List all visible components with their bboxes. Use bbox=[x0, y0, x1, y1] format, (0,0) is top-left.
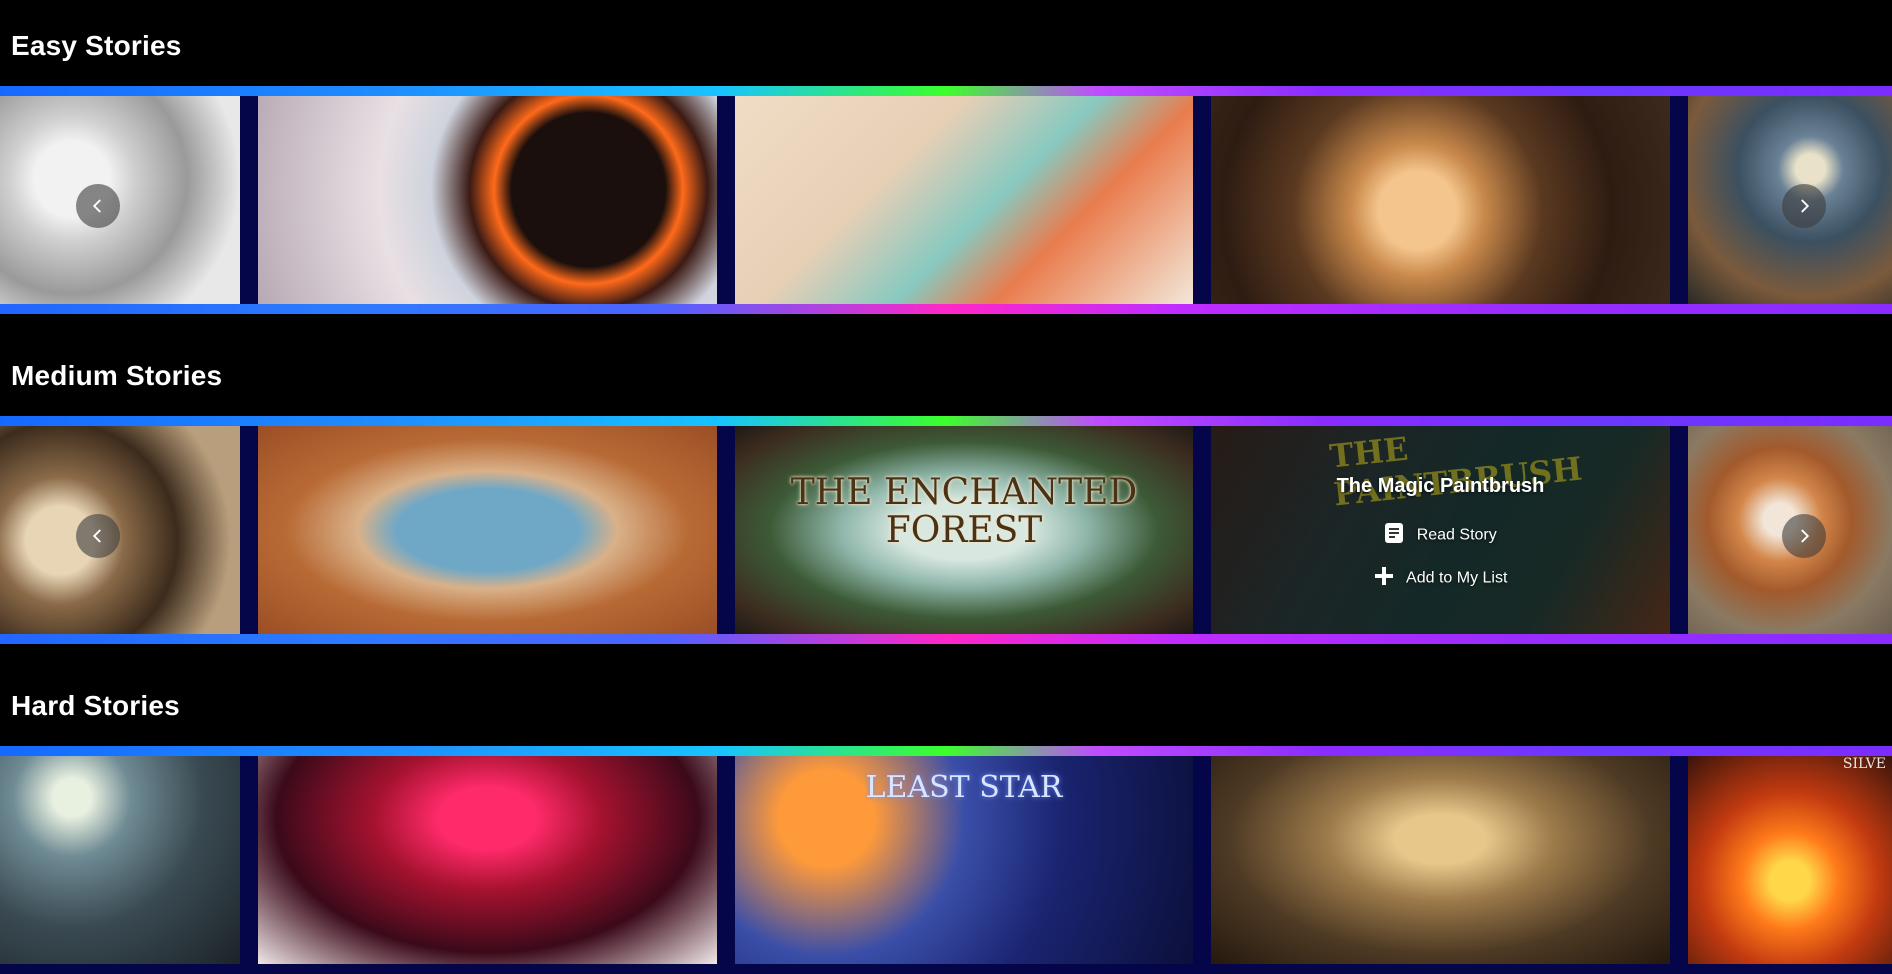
story-card[interactable] bbox=[1211, 96, 1670, 304]
carousel-track: LEAST STAR SILVE bbox=[0, 756, 1892, 964]
section-title-hard: Hard Stories bbox=[11, 690, 180, 721]
story-cover-image bbox=[1211, 96, 1670, 304]
read-story-label: Read Story bbox=[1416, 526, 1497, 544]
section-title-medium: Medium Stories bbox=[11, 360, 223, 391]
carousel-next-button[interactable] bbox=[1782, 514, 1826, 558]
add-to-list-button[interactable]: Add to My List bbox=[1211, 566, 1670, 591]
rainbow-border-top bbox=[0, 86, 1892, 96]
story-cover-image bbox=[1211, 756, 1670, 964]
story-cover-image bbox=[258, 426, 717, 634]
chevron-right-icon bbox=[1801, 199, 1810, 213]
story-cover-image bbox=[1688, 756, 1892, 964]
story-cover-image bbox=[258, 96, 717, 304]
chevron-left-icon bbox=[92, 529, 101, 543]
carousel-track bbox=[0, 96, 1892, 304]
story-card[interactable]: LEAST STAR bbox=[735, 756, 1193, 964]
rainbow-border-top bbox=[0, 416, 1892, 426]
cover-title-text: LEAST STAR bbox=[865, 770, 1063, 805]
story-cover-image bbox=[258, 756, 717, 964]
carousel-track: THE ENCHANTED FOREST THE PAINTBRUSH The … bbox=[0, 426, 1892, 634]
story-card[interactable] bbox=[0, 756, 240, 964]
story-card[interactable] bbox=[258, 96, 717, 304]
cover-title-text: THE ENCHANTED FOREST bbox=[790, 472, 1138, 551]
story-card[interactable] bbox=[258, 426, 717, 634]
story-cover-image bbox=[0, 96, 240, 304]
chevron-right-icon bbox=[1801, 529, 1810, 543]
story-title: The Magic Paintbrush bbox=[1336, 475, 1545, 497]
rainbow-border-top bbox=[0, 746, 1892, 756]
story-card[interactable] bbox=[258, 756, 717, 964]
carousel-prev-button[interactable] bbox=[76, 514, 120, 558]
story-cover-image bbox=[0, 426, 240, 634]
add-to-list-label: Add to My List bbox=[1406, 569, 1508, 587]
rainbow-border-bottom bbox=[0, 304, 1892, 314]
story-card-hovered[interactable]: THE PAINTBRUSH The Magic Paintbrush Read… bbox=[1211, 426, 1670, 634]
story-card[interactable]: THE ENCHANTED FOREST bbox=[735, 426, 1193, 634]
carousel-prev-button[interactable] bbox=[76, 184, 120, 228]
medium-stories-carousel: THE ENCHANTED FOREST THE PAINTBRUSH The … bbox=[0, 416, 1892, 644]
story-card[interactable] bbox=[735, 96, 1193, 304]
story-card[interactable] bbox=[0, 96, 240, 304]
plus-icon bbox=[1374, 566, 1394, 591]
easy-stories-carousel bbox=[0, 86, 1892, 314]
chevron-left-icon bbox=[92, 199, 101, 213]
read-story-button[interactable]: Read Story bbox=[1211, 522, 1670, 549]
cover-title-text: SILVE bbox=[1842, 756, 1886, 772]
story-card[interactable]: SILVE bbox=[1688, 756, 1892, 964]
book-icon bbox=[1384, 522, 1404, 549]
story-card[interactable] bbox=[1211, 756, 1670, 964]
hard-stories-carousel: LEAST STAR SILVE bbox=[0, 746, 1892, 974]
story-card[interactable] bbox=[0, 426, 240, 634]
carousel-next-button[interactable] bbox=[1782, 184, 1826, 228]
section-title-easy: Easy Stories bbox=[11, 30, 182, 61]
rainbow-border-bottom bbox=[0, 634, 1892, 644]
story-cover-image bbox=[735, 96, 1193, 304]
story-cover-image bbox=[0, 756, 240, 964]
